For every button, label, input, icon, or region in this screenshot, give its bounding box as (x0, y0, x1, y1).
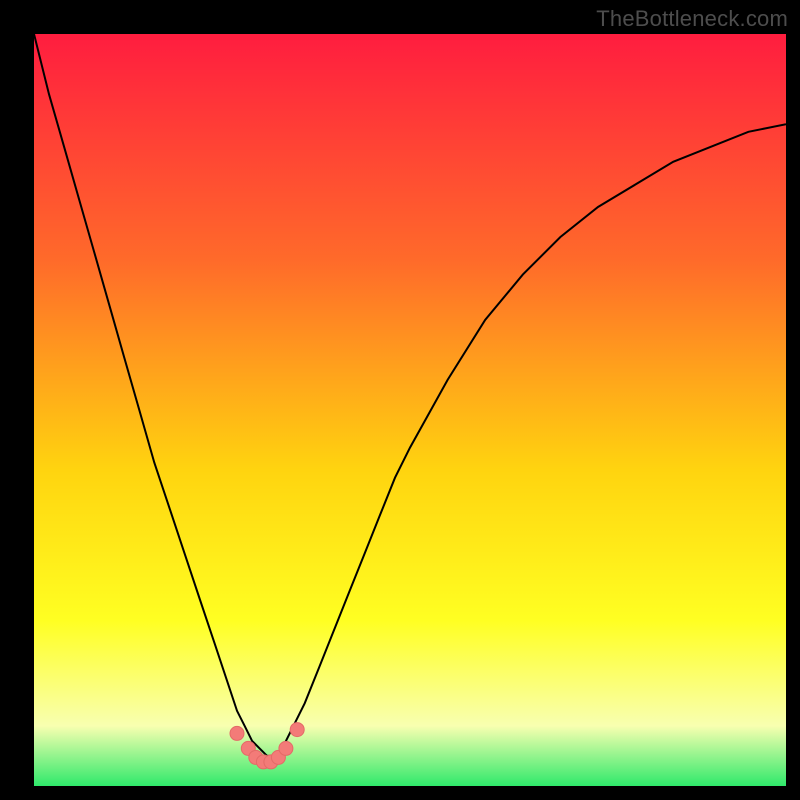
watermark-text: TheBottleneck.com (596, 6, 788, 32)
outer-frame: TheBottleneck.com (0, 0, 800, 800)
plot-area (34, 34, 786, 786)
curve-marker (230, 726, 244, 740)
curve-marker (290, 723, 304, 737)
gradient-background (34, 34, 786, 786)
curve-marker (279, 741, 293, 755)
chart-svg (34, 34, 786, 786)
